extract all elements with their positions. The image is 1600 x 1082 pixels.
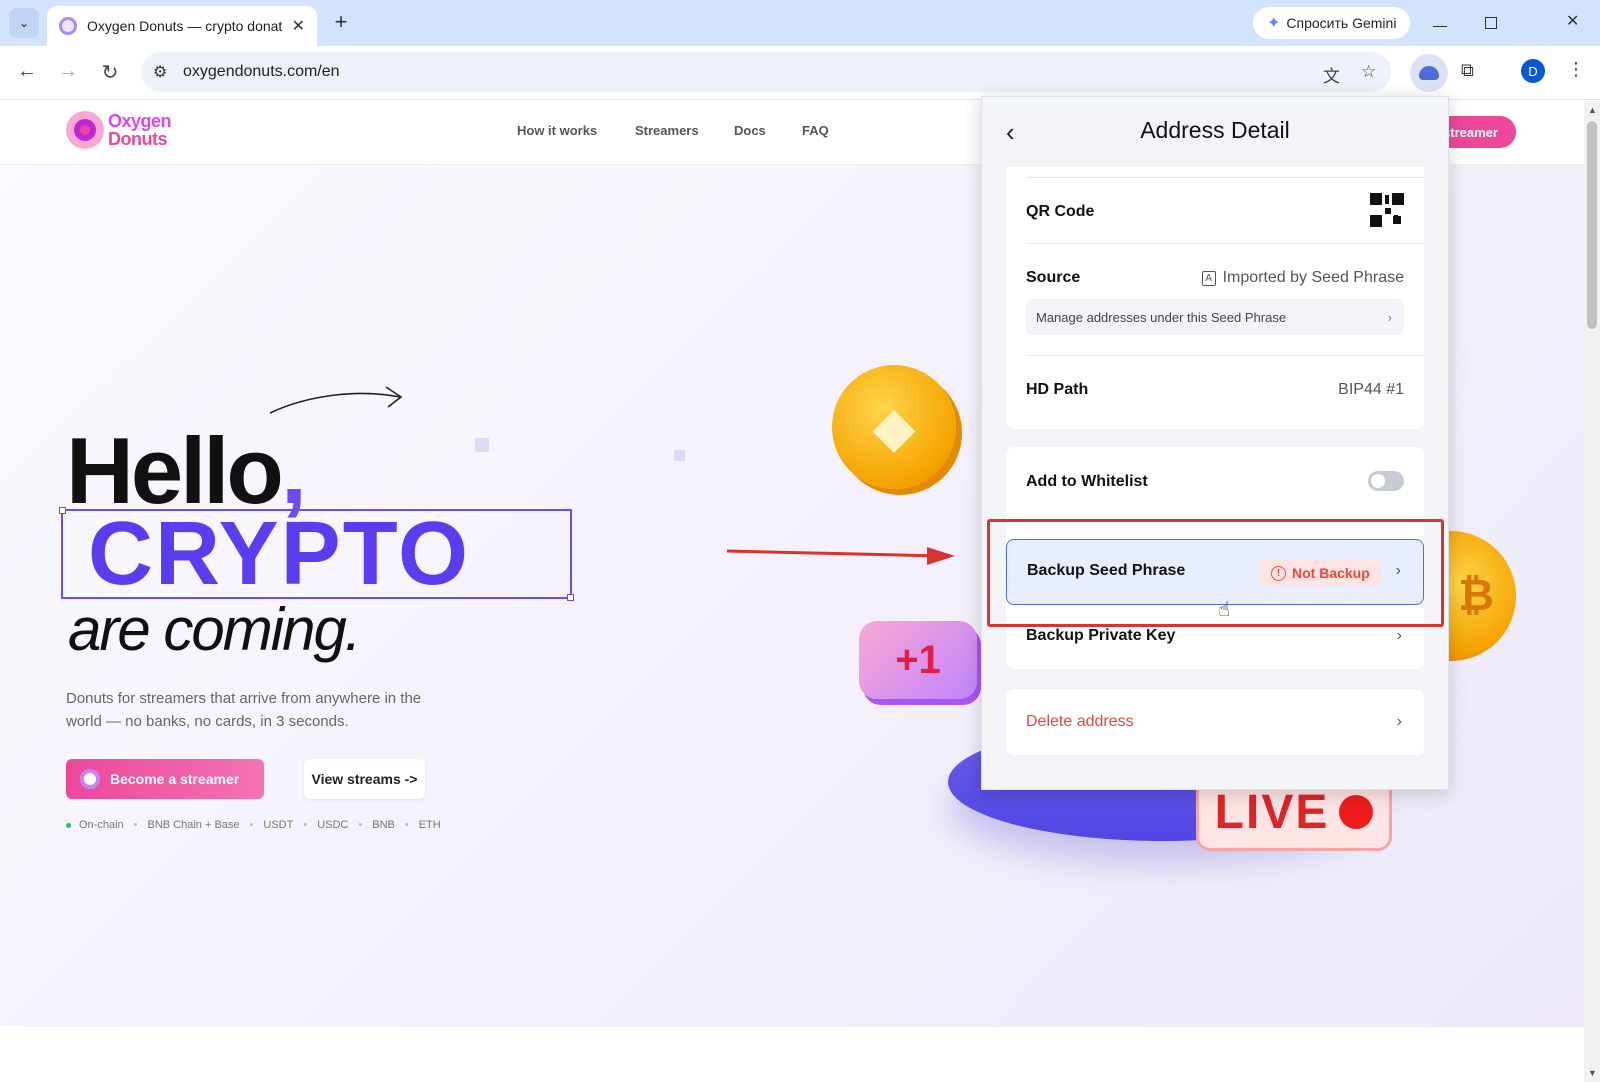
become-streamer-label: Become a streamer (110, 771, 240, 787)
next-section (0, 1027, 1584, 1082)
decor-square (674, 450, 685, 461)
backup-private-key-label[interactable]: Backup Private Key (1026, 627, 1175, 645)
gemini-sparkle-icon: ✦ (1267, 15, 1281, 32)
ask-gemini-button[interactable]: ✦ Спросить Gemini (1253, 7, 1411, 39)
chip-usdt: USDT (263, 819, 294, 831)
online-dot-icon (66, 822, 71, 828)
profile-avatar[interactable]: D (1521, 59, 1545, 83)
logo-line-2: Donuts (108, 129, 168, 149)
whitelist-toggle[interactable] (1368, 471, 1404, 491)
donut-icon (80, 769, 100, 789)
view-streams-button[interactable]: View streams -> (304, 759, 425, 799)
hero-subtitle: Donuts for streamers that arrive from an… (66, 690, 422, 730)
manage-seed-addresses-link[interactable]: Manage addresses under this Seed Phrase … (1026, 299, 1404, 335)
chip-onchain: On-chain (79, 819, 124, 831)
nav-how-it-works[interactable]: How it works (517, 123, 597, 138)
scroll-down-icon[interactable]: ▼ (1588, 1068, 1597, 1078)
network-chips: On-chain • BNB Chain + Base • USDT • USDC • … (66, 819, 441, 831)
record-dot-icon (1339, 795, 1374, 829)
popup-header: ‹ Address Detail (982, 97, 1448, 169)
address-detail-popup: ‹ Address Detail QR Code Source A Importe… (981, 96, 1449, 790)
nav-docs[interactable]: Docs (734, 123, 766, 138)
logo-line-1: Oxygen (108, 111, 172, 131)
tab-title: Oxygen Donuts — crypto donat (87, 18, 283, 34)
source-value: A Imported by Seed Phrase (1201, 269, 1404, 287)
close-window-icon[interactable]: ✕ (1566, 11, 1579, 31)
reload-icon[interactable]: ↻ (97, 60, 123, 85)
browser-toolbar: ← → ↻ ⚙ oxygendonuts.com/en 文 ☆ ⧉ D ⋮ (0, 46, 1600, 100)
red-highlight-box (987, 519, 1444, 627)
back-icon[interactable]: ← (14, 60, 40, 83)
hand-cursor-icon: ☝ (1218, 599, 1231, 621)
decor-square (475, 438, 489, 452)
bookmark-star-icon[interactable]: ☆ (1361, 62, 1376, 82)
nav-streamers[interactable]: Streamers (635, 123, 699, 138)
hd-path-label: HD Path (1026, 381, 1089, 398)
extensions-puzzle-icon[interactable]: ⧉ (1461, 60, 1474, 81)
address-info-card: QR Code Source A Imported by Seed Phrase … (1006, 167, 1424, 429)
browser-menu-icon[interactable]: ⋮ (1567, 59, 1585, 80)
chevron-right-icon: › (1387, 309, 1392, 325)
translate-icon[interactable]: 文 (1323, 62, 1340, 87)
qr-code-icon[interactable] (1370, 193, 1404, 227)
tab-search-dropdown[interactable]: ⌄ (9, 8, 39, 38)
manage-seed-label: Manage addresses under this Seed Phrase (1036, 309, 1287, 325)
hero-crypto: CRYPTO (88, 504, 471, 604)
qr-code-label: QR Code (1026, 203, 1095, 220)
site-logo[interactable]: Oxygen Donuts (66, 111, 172, 149)
chevron-right-icon: › (1396, 627, 1402, 644)
whitelist-label: Add to Whitelist (1026, 473, 1148, 490)
gemini-label: Спросить Gemini (1286, 15, 1397, 31)
hd-path-value: BIP44 #1 (1338, 381, 1404, 398)
forward-icon[interactable]: → (55, 60, 81, 83)
become-streamer-button[interactable]: Become a streamer (66, 759, 264, 799)
minimize-icon[interactable] (1433, 26, 1447, 27)
chip-bnb: BNB (372, 819, 395, 831)
account-type-icon: A (1201, 271, 1216, 286)
source-text: Imported by Seed Phrase (1222, 269, 1404, 286)
plus-one-bubble: +1 (859, 621, 977, 699)
new-tab-button[interactable]: + (328, 9, 354, 35)
favicon-icon (59, 17, 77, 35)
scroll-up-icon[interactable]: ▲ (1588, 105, 1597, 115)
scroll-thumb[interactable] (1587, 121, 1597, 329)
donut-logo-icon (66, 111, 104, 149)
ethereum-coin-icon: ◆ (832, 365, 956, 489)
chip-bnb-base: BNB Chain + Base (147, 819, 240, 831)
delete-address-label: Delete address (1026, 713, 1134, 730)
red-annotation-arrow (727, 547, 955, 565)
address-bar[interactable]: ⚙ oxygendonuts.com/en 文 ☆ (141, 52, 1391, 92)
live-text: LIVE (1214, 785, 1330, 839)
hero-are-coming: are coming. (68, 596, 361, 663)
popup-title: Address Detail (1140, 117, 1290, 143)
close-tab-icon[interactable]: ✕ (292, 16, 305, 36)
wallet-extension-icon[interactable] (1410, 54, 1448, 92)
site-info-icon[interactable]: ⚙ (153, 62, 167, 82)
active-tab[interactable]: Oxygen Donuts — crypto donat ✕ (47, 6, 317, 46)
nav-faq[interactable]: FAQ (802, 123, 829, 138)
chip-usdc: USDC (317, 819, 349, 831)
tab-strip: ⌄ Oxygen Donuts — crypto donat ✕ + ✦ Спр… (0, 0, 1600, 46)
page-scrollbar[interactable]: ▲ ▼ (1584, 101, 1600, 1082)
url-text: oxygendonuts.com/en (183, 63, 340, 80)
delete-address-row[interactable]: Delete address › (1006, 689, 1424, 755)
maximize-icon[interactable] (1485, 17, 1497, 29)
hero-arrow-decor (269, 386, 403, 414)
source-label: Source (1026, 269, 1081, 286)
chip-eth: ETH (418, 819, 441, 831)
chevron-right-icon: › (1396, 713, 1402, 730)
